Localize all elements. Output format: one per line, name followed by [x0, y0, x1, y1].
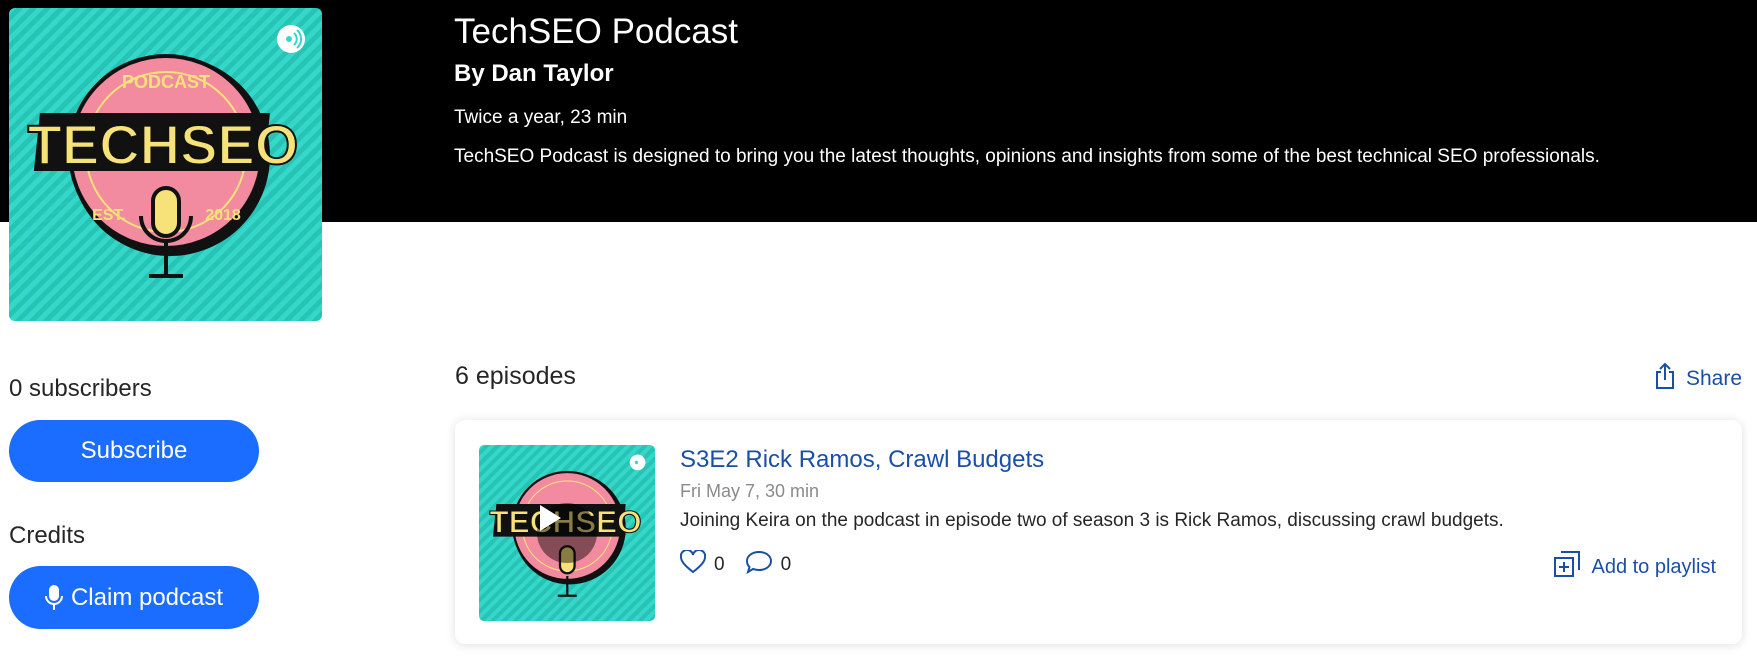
comment-count: 0 [780, 554, 792, 575]
episode-card: TECHSEO S3E2 Rick Ramos, Crawl Budgets F… [455, 420, 1742, 644]
add-to-playlist-button[interactable]: Add to playlist [1553, 550, 1716, 584]
credits-heading: Credits [9, 522, 86, 549]
episode-description: Joining Keira on the podcast in episode … [680, 510, 1504, 531]
podcast-title: TechSEO Podcast [454, 12, 739, 51]
episode-meta: Fri May 7, 30 min [680, 481, 820, 501]
like-icon[interactable] [679, 548, 707, 580]
subscribe-button[interactable]: Subscribe [9, 420, 259, 482]
comment-icon[interactable] [745, 550, 773, 580]
episode-count: 6 episodes [455, 362, 576, 390]
episode-thumbnail[interactable]: TECHSEO [479, 445, 655, 621]
cover-main-text: TECHSEO [28, 113, 299, 176]
cover-year-text: 2018 [205, 207, 241, 224]
microphone-icon [44, 584, 63, 612]
anchor-logo-icon [277, 25, 305, 53]
cover-top-text: PODCAST [122, 72, 210, 92]
share-label: Share [1686, 367, 1743, 390]
claim-podcast-button[interactable]: Claim podcast [9, 566, 259, 629]
podcast-description: TechSEO Podcast is designed to bring you… [454, 146, 1600, 167]
add-to-playlist-label: Add to playlist [1591, 555, 1716, 578]
subscriber-count: 0 subscribers [9, 375, 152, 402]
claim-podcast-label: Claim podcast [70, 583, 224, 611]
add-to-playlist-icon [1553, 550, 1581, 584]
podcast-frequency: Twice a year, 23 min [454, 107, 628, 128]
podcast-author[interactable]: By Dan Taylor [454, 60, 614, 88]
episode-actions: 0 0 [679, 548, 811, 580]
play-icon [540, 505, 561, 531]
like-count: 0 [714, 554, 725, 575]
play-button[interactable] [537, 503, 597, 563]
cover-est-text: EST. [92, 207, 126, 224]
episode-title[interactable]: S3E2 Rick Ramos, Crawl Budgets [680, 446, 1044, 474]
share-button[interactable]: Share [1654, 362, 1742, 396]
share-icon [1654, 362, 1676, 396]
podcast-cover-art: PODCAST TECHSEO EST. 2018 [9, 8, 322, 321]
podcast-page: TechSEO Podcast By Dan Taylor Twice a ye… [0, 0, 1757, 661]
